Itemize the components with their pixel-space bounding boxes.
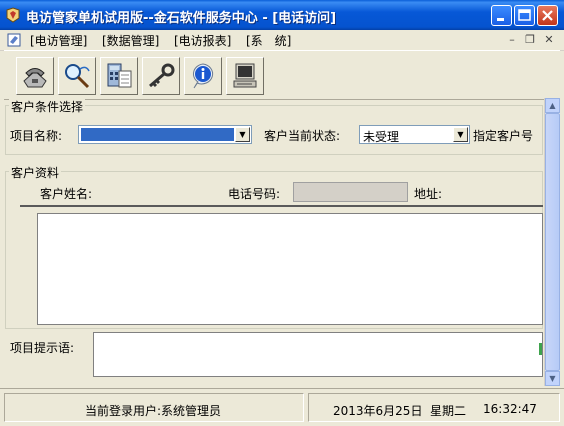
calculator-button[interactable] bbox=[100, 57, 138, 95]
project-prompt-textarea[interactable] bbox=[93, 332, 543, 377]
info-icon bbox=[192, 63, 214, 89]
toolbar bbox=[4, 50, 560, 100]
status-date: 2013年6月25日 bbox=[333, 404, 423, 418]
address-label: 地址: bbox=[414, 187, 443, 201]
search-magnifier-icon bbox=[65, 64, 90, 89]
mdi-close-icon[interactable]: ✕ bbox=[541, 32, 557, 48]
vertical-scrollbar[interactable]: ▲ ▼ bbox=[544, 98, 560, 386]
chevron-down-icon[interactable]: ▼ bbox=[453, 127, 468, 142]
search-button[interactable] bbox=[58, 57, 96, 95]
menu-bar: [电访管理] [数据管理] [电访报表] [系 统] – ❐ ✕ bbox=[0, 30, 564, 51]
current-user-text: 当前登录用户:系统管理员 bbox=[85, 404, 222, 418]
customer-details-area[interactable] bbox=[37, 213, 543, 325]
computer-button[interactable] bbox=[226, 57, 264, 95]
customer-group-title: 客户资料 bbox=[9, 164, 62, 181]
scroll-hint-marker bbox=[539, 343, 542, 355]
status-bar: 当前登录用户:系统管理员 2013年6月25日 星期二 16:32:47 bbox=[0, 388, 564, 426]
customer-status-select[interactable]: 未受理 ▼ bbox=[359, 125, 470, 144]
status-time: 16:32:47 bbox=[483, 402, 537, 416]
assigned-customer-label: 指定客户号 bbox=[473, 129, 534, 143]
close-icon bbox=[542, 10, 553, 21]
project-name-selection bbox=[81, 128, 234, 141]
phone-number-label: 电话号码: bbox=[228, 187, 281, 201]
customer-status-label: 客户当前状态: bbox=[264, 129, 341, 143]
title-bar[interactable]: 电访管家单机试用版--金石软件服务中心 - [电话访问] bbox=[0, 0, 564, 30]
project-name-select[interactable]: ▼ bbox=[78, 125, 252, 144]
key-button[interactable] bbox=[142, 57, 180, 95]
mdi-minimize-icon[interactable]: – bbox=[504, 32, 520, 48]
maximize-icon bbox=[518, 9, 531, 21]
mdi-restore-icon[interactable]: ❐ bbox=[522, 32, 538, 48]
telephone-icon bbox=[23, 68, 47, 88]
document-app-icon bbox=[7, 33, 21, 47]
minimize-icon bbox=[497, 18, 504, 21]
scroll-thumb[interactable] bbox=[545, 113, 560, 371]
status-weekday: 星期二 bbox=[430, 404, 467, 418]
customer-name-label: 客户姓名: bbox=[40, 187, 93, 201]
menu-system[interactable]: [系 统] bbox=[246, 32, 291, 49]
status-datetime-panel: 2013年6月25日 星期二 16:32:47 bbox=[308, 393, 560, 422]
calculator-sheet-icon bbox=[107, 63, 132, 88]
chevron-down-icon[interactable]: ▼ bbox=[235, 127, 250, 142]
menu-call-management[interactable]: [电访管理] bbox=[30, 32, 87, 49]
computer-icon bbox=[233, 63, 257, 88]
phone-number-field[interactable] bbox=[293, 182, 408, 202]
status-user-panel: 当前登录用户:系统管理员 bbox=[4, 393, 304, 422]
scroll-up-icon[interactable]: ▲ bbox=[545, 98, 560, 113]
info-button[interactable] bbox=[184, 57, 222, 95]
scroll-down-icon[interactable]: ▼ bbox=[545, 371, 560, 386]
separator-line bbox=[20, 205, 543, 207]
key-icon bbox=[149, 63, 175, 88]
app-icon bbox=[6, 7, 20, 23]
maximize-button[interactable] bbox=[514, 5, 535, 26]
menu-call-reports[interactable]: [电访报表] bbox=[174, 32, 231, 49]
window-title: 电访管家单机试用版--金石软件服务中心 - [电话访问] bbox=[26, 11, 337, 26]
close-button[interactable] bbox=[537, 5, 558, 26]
phone-call-button[interactable] bbox=[16, 57, 54, 95]
criteria-group-title: 客户条件选择 bbox=[9, 98, 86, 115]
menu-data-management[interactable]: [数据管理] bbox=[102, 32, 159, 49]
project-prompt-label: 项目提示语: bbox=[10, 341, 75, 355]
minimize-button[interactable] bbox=[491, 5, 512, 26]
customer-status-value: 未受理 bbox=[363, 130, 400, 144]
project-name-label: 项目名称: bbox=[10, 129, 63, 143]
